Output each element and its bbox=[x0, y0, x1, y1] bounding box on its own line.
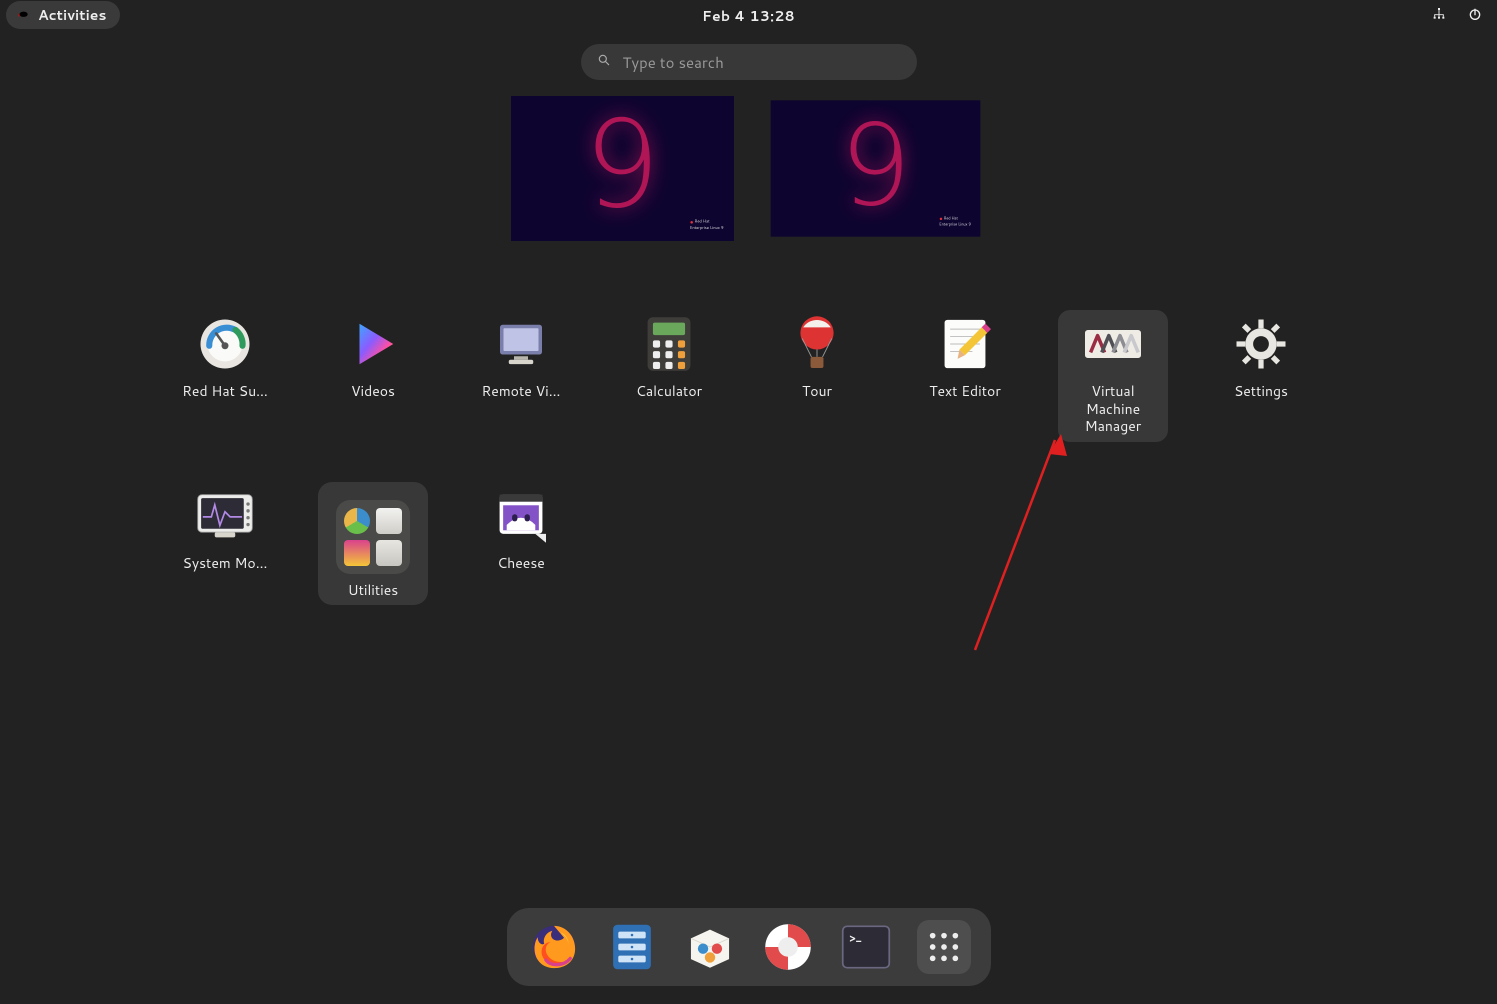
wallpaper-glyph: 9 bbox=[839, 110, 911, 223]
app-grid: Red Hat Su… Videos Remote Vi… Calculator… bbox=[170, 310, 1327, 605]
app-system-monitor[interactable]: System Mo… bbox=[170, 482, 280, 606]
text-editor-icon bbox=[936, 315, 994, 373]
dock-files[interactable] bbox=[605, 920, 659, 974]
workspace-thumbnail[interactable]: 9 ● Red HatEnterprise Linux 9 bbox=[770, 100, 980, 236]
app-label: Text Editor bbox=[929, 383, 1001, 401]
cheese-icon bbox=[492, 487, 550, 545]
virt-manager-icon bbox=[1084, 315, 1142, 373]
app-folder-utilities[interactable]: Utilities bbox=[318, 482, 428, 606]
activities-label: Activities bbox=[38, 5, 106, 25]
wallpaper-brand: ● Red HatEnterprise Linux 9 bbox=[939, 214, 971, 227]
monitor-icon bbox=[492, 315, 550, 373]
redhat-fedora-icon bbox=[16, 8, 30, 22]
help-icon bbox=[762, 921, 814, 973]
wallpaper-brand: ● Red HatEnterprise Linux 9 bbox=[690, 217, 724, 231]
wallpaper-glyph: 9 bbox=[584, 106, 660, 226]
workspace-switcher: 9 ● Red HatEnterprise Linux 9 9 ● Red Ha… bbox=[511, 96, 987, 241]
app-redhat-subscription[interactable]: Red Hat Su… bbox=[170, 310, 280, 442]
system-monitor-icon bbox=[196, 487, 254, 545]
app-cheese[interactable]: Cheese bbox=[466, 482, 576, 606]
show-apps-icon bbox=[927, 930, 961, 964]
clock[interactable]: Feb 4 13:28 bbox=[702, 6, 795, 26]
app-label: Settings bbox=[1234, 383, 1288, 401]
gauge-icon bbox=[196, 315, 254, 373]
search-input[interactable] bbox=[623, 52, 901, 73]
power-icon[interactable] bbox=[1467, 6, 1483, 27]
app-label: Virtual Machine Manager bbox=[1063, 383, 1163, 436]
firefox-icon bbox=[528, 921, 580, 973]
folder-preview bbox=[336, 500, 410, 574]
balloon-icon bbox=[788, 315, 846, 373]
app-tour[interactable]: Tour bbox=[762, 310, 872, 442]
app-label: Utilities bbox=[348, 582, 399, 600]
app-label: Tour bbox=[802, 383, 832, 401]
workspace-thumbnail[interactable]: 9 ● Red HatEnterprise Linux 9 bbox=[511, 96, 734, 241]
dash-dock: >_ bbox=[507, 908, 991, 986]
search-icon bbox=[597, 52, 611, 72]
app-label: Red Hat Su… bbox=[182, 383, 268, 401]
app-videos[interactable]: Videos bbox=[318, 310, 428, 442]
gear-icon bbox=[1232, 315, 1290, 373]
dock-terminal[interactable]: >_ bbox=[839, 920, 893, 974]
search-bar[interactable] bbox=[581, 44, 917, 80]
app-label: Videos bbox=[351, 383, 395, 401]
dock-software[interactable] bbox=[683, 920, 737, 974]
dock-show-apps[interactable] bbox=[917, 920, 971, 974]
calculator-icon bbox=[640, 315, 698, 373]
svg-text:>_: >_ bbox=[849, 930, 861, 946]
app-virt-manager[interactable]: Virtual Machine Manager bbox=[1058, 310, 1168, 442]
terminal-icon: >_ bbox=[841, 924, 891, 970]
app-text-editor[interactable]: Text Editor bbox=[910, 310, 1020, 442]
status-area[interactable] bbox=[1431, 6, 1483, 27]
network-icon[interactable] bbox=[1431, 6, 1447, 27]
app-remote-viewer[interactable]: Remote Vi… bbox=[466, 310, 576, 442]
play-icon bbox=[344, 315, 402, 373]
files-icon bbox=[608, 921, 656, 973]
activities-button[interactable]: Activities bbox=[6, 1, 120, 29]
app-label: Calculator bbox=[636, 383, 702, 401]
app-calculator[interactable]: Calculator bbox=[614, 310, 724, 442]
topbar: Activities Feb 4 13:28 bbox=[0, 0, 1497, 30]
app-label: Remote Vi… bbox=[481, 383, 560, 401]
app-label: Cheese bbox=[497, 555, 545, 573]
app-label: System Mo… bbox=[183, 555, 268, 573]
software-icon bbox=[684, 922, 736, 972]
app-settings[interactable]: Settings bbox=[1206, 310, 1316, 442]
dock-help[interactable] bbox=[761, 920, 815, 974]
dock-firefox[interactable] bbox=[527, 920, 581, 974]
